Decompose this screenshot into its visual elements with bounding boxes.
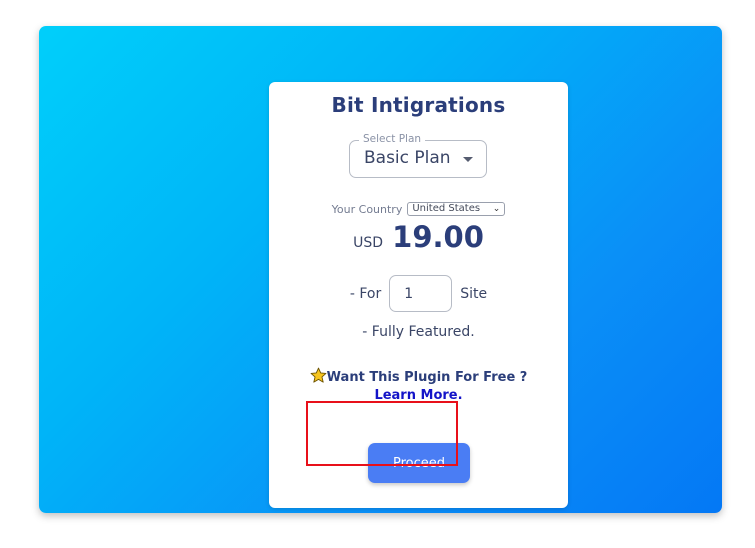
learn-more-link[interactable]: Learn More. <box>269 388 568 403</box>
country-label: Your Country <box>331 202 403 216</box>
gradient-background: Bit Intigrations Select Plan Basic Plan … <box>39 26 722 513</box>
select-plan-dropdown[interactable]: Select Plan Basic Plan <box>349 133 487 178</box>
site-label: Site <box>460 285 488 302</box>
site-count-row: - For Site <box>269 275 568 312</box>
select-plan-label: Select Plan <box>359 133 426 145</box>
pricing-card: Bit Intigrations Select Plan Basic Plan … <box>269 82 568 508</box>
site-count-input[interactable] <box>389 275 453 312</box>
free-plugin-promo: Want This Plugin For Free ? <box>269 367 568 385</box>
caret-down-icon <box>463 157 473 162</box>
card-title: Bit Intigrations <box>331 93 506 117</box>
selected-country-value: United States <box>412 203 481 214</box>
free-plugin-text: Want This Plugin For Free ? <box>326 370 528 385</box>
chevron-down-icon: ⌄ <box>492 204 501 214</box>
selected-plan-value: Basic Plan <box>364 148 451 168</box>
country-row: Your Country United States ⌄ <box>269 202 568 216</box>
for-label: - For <box>349 285 382 302</box>
feature-line: - Fully Featured. <box>362 324 475 340</box>
proceed-button[interactable]: Proceed <box>368 443 470 483</box>
price-amount: 19.00 <box>392 220 484 254</box>
country-select[interactable]: United States ⌄ <box>407 202 506 216</box>
price-display: USD 19.00 <box>269 220 568 254</box>
price-currency: USD <box>353 235 384 251</box>
star-icon <box>310 367 327 383</box>
